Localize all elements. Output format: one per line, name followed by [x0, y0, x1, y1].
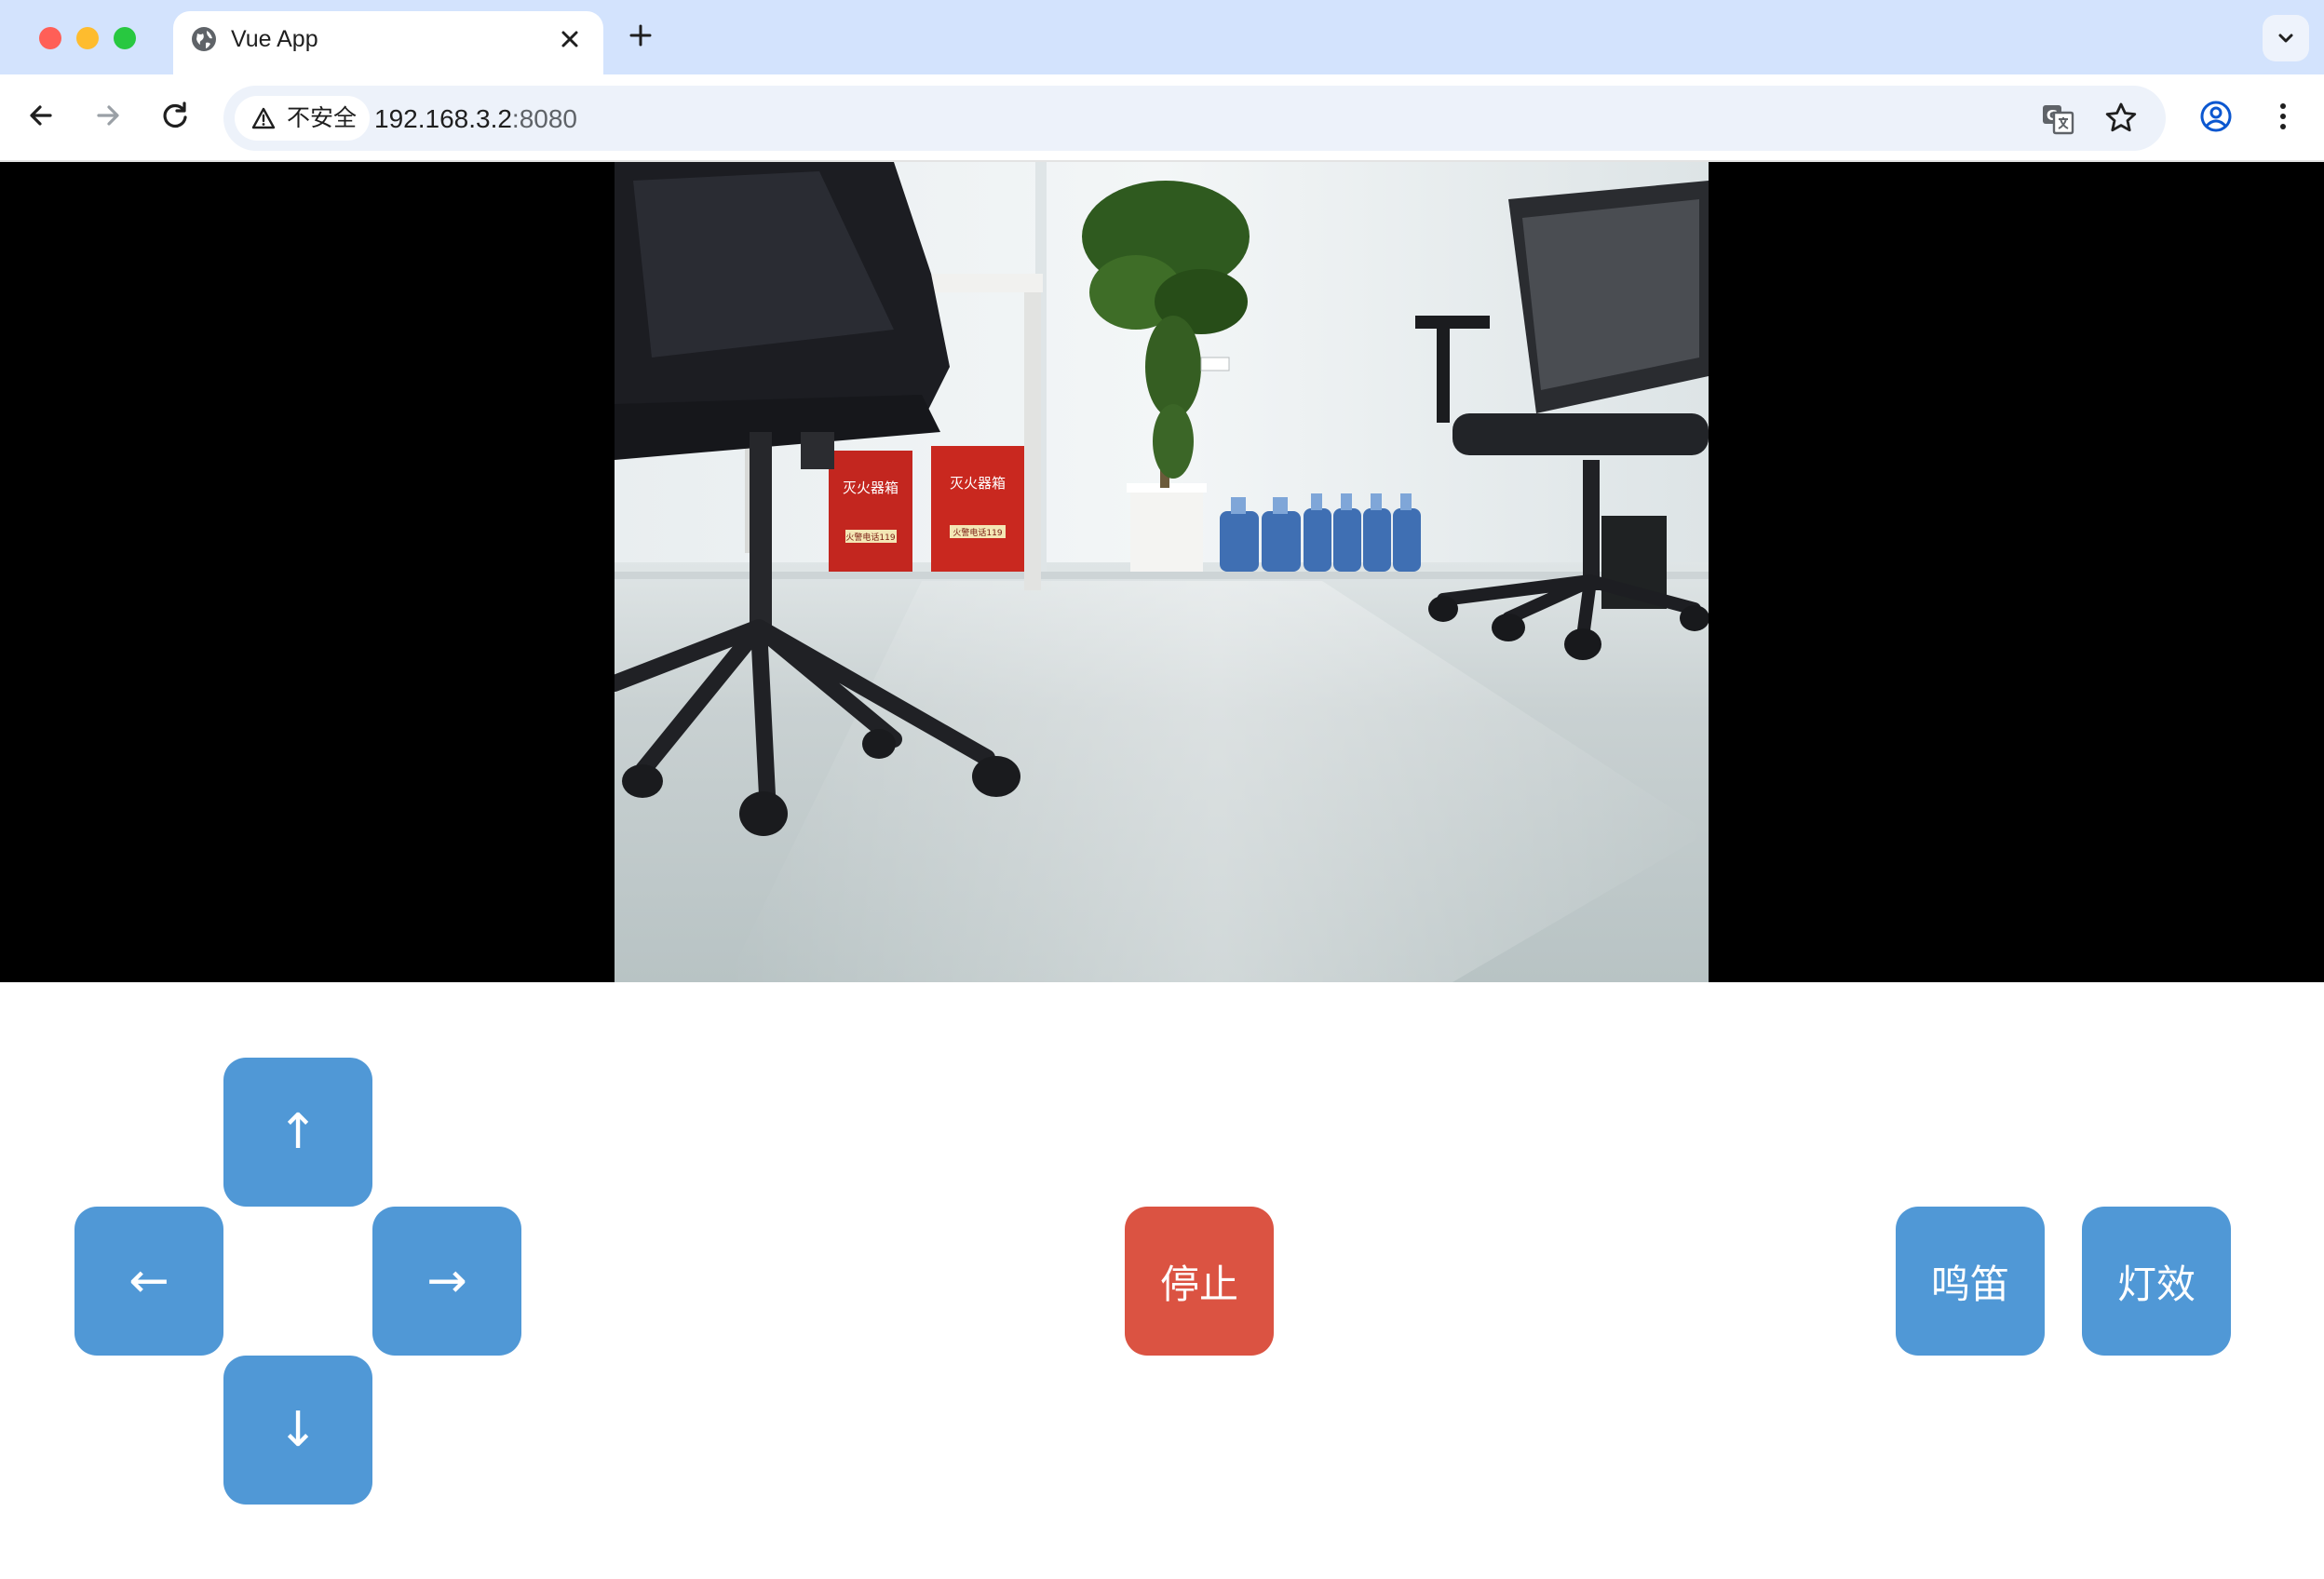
address-bar[interactable]: 不安全 192.168.3.2:8080 G [223, 86, 2166, 151]
move-backward-button[interactable]: ↓ [223, 1356, 372, 1505]
warning-icon [251, 107, 276, 129]
stop-label: 停止 [1159, 1261, 1238, 1307]
right-arrow-icon: → [426, 1253, 467, 1309]
security-chip[interactable]: 不安全 [235, 96, 370, 141]
turn-left-button[interactable]: ← [74, 1207, 223, 1356]
light-effect-label: 灯效 [2116, 1261, 2196, 1307]
left-arrow-icon: ← [128, 1253, 169, 1309]
tab-title: Vue App [231, 26, 318, 52]
window-minimize-button[interactable] [76, 27, 99, 49]
horn-button[interactable]: 鸣笛 [1896, 1207, 2045, 1356]
url-host: 192.168.3.2 [374, 104, 512, 133]
close-icon[interactable] [553, 22, 587, 56]
profile-icon[interactable] [2197, 98, 2235, 135]
globe-icon [192, 27, 216, 51]
extinguisher-phone-1: 火警电话119 [845, 532, 895, 543]
security-label: 不安全 [287, 104, 358, 131]
camera-feed-image: 灭火器箱 灭火器箱 火警电话119 火警电话119 [615, 162, 1709, 982]
browser-toolbar: 不安全 192.168.3.2:8080 G [0, 74, 2324, 162]
more-vert-icon[interactable] [2264, 98, 2302, 135]
extinguisher-label-1: 灭火器箱 [843, 479, 899, 496]
chevron-down-icon [2278, 34, 2293, 43]
tab-search-button[interactable] [2263, 15, 2309, 61]
window-maximize-button[interactable] [114, 27, 136, 49]
up-arrow-icon: ↑ [277, 1104, 318, 1160]
back-arrow-icon[interactable] [22, 97, 60, 134]
extinguisher-phone-2: 火警电话119 [953, 527, 1002, 538]
stop-button[interactable]: 停止 [1125, 1207, 1274, 1356]
down-arrow-icon: ↓ [277, 1402, 318, 1458]
move-forward-button[interactable]: ↑ [223, 1058, 372, 1207]
url-text[interactable]: 192.168.3.2:8080 [374, 103, 577, 135]
plus-icon[interactable] [624, 19, 657, 52]
turn-right-button[interactable]: → [372, 1207, 521, 1356]
tab-strip: Vue App [0, 0, 2324, 74]
horn-label: 鸣笛 [1930, 1261, 2009, 1307]
url-port: :8080 [511, 104, 577, 133]
reload-icon[interactable] [156, 97, 194, 134]
browser-chrome: Vue App 不安全 192.168.3.2:8080 G [0, 0, 2324, 162]
forward-arrow-icon[interactable] [89, 97, 127, 134]
extinguisher-label-2: 灭火器箱 [950, 475, 1006, 492]
translate-icon[interactable]: G [2039, 100, 2076, 137]
window-close-button[interactable] [39, 27, 61, 49]
video-stream-container: 灭火器箱 灭火器箱 火警电话119 火警电话119 [0, 162, 2324, 982]
light-effect-button[interactable]: 灯效 [2082, 1207, 2231, 1356]
browser-tab-active[interactable]: Vue App [173, 11, 603, 74]
bookmark-star-icon[interactable] [2102, 100, 2140, 137]
